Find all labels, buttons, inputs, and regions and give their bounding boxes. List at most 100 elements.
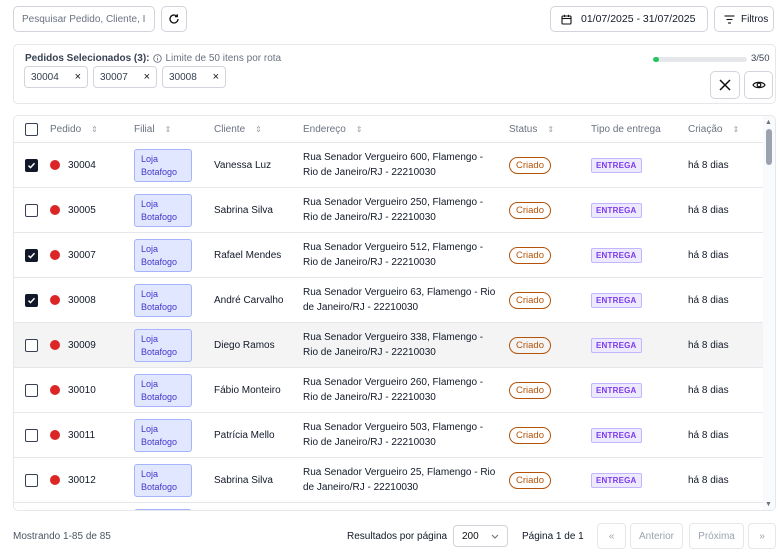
remove-chip-icon[interactable]: × bbox=[144, 71, 150, 83]
filial-badge: Loja Botafogo bbox=[134, 373, 192, 407]
column-status[interactable]: Status ⇕ bbox=[509, 116, 554, 143]
table-row[interactable]: 30007 Loja Botafogo Rafael Mendes Rua Senad… bbox=[14, 233, 764, 278]
table-row[interactable]: 30011 Loja Botafogo Patrícia Mello Rua Sena… bbox=[14, 413, 764, 458]
clear-selection-button[interactable] bbox=[710, 71, 740, 99]
table-row[interactable]: 30004 Loja Botafogo Vanessa Luz Rua Senador… bbox=[14, 143, 764, 188]
select-all-checkbox[interactable] bbox=[25, 123, 38, 136]
address: Rua Senador Vergueiro 600, Flamengo - Ri… bbox=[303, 152, 484, 178]
chip-label: 30004 bbox=[31, 71, 59, 83]
row-checkbox[interactable] bbox=[25, 383, 38, 397]
chip-label: 30007 bbox=[100, 71, 128, 83]
remove-chip-icon[interactable]: × bbox=[213, 71, 219, 83]
column-label: Filial bbox=[134, 124, 155, 135]
status-badge: Criado bbox=[509, 471, 551, 489]
selection-count: 3/50 bbox=[751, 53, 770, 64]
row-checkbox[interactable] bbox=[25, 248, 38, 262]
scroll-down-icon[interactable]: ▼ bbox=[765, 501, 772, 508]
close-icon bbox=[719, 79, 731, 91]
rows-per-page-select[interactable]: 200 bbox=[453, 525, 508, 547]
row-checkbox[interactable] bbox=[25, 338, 38, 352]
order-id: 30011 bbox=[68, 429, 96, 441]
orders-table: Pedido ⇕ Filial ⇕ Cliente ⇕ Endereço ⇕ Statu… bbox=[13, 115, 776, 511]
refresh-button[interactable] bbox=[161, 6, 187, 32]
row-checkbox[interactable] bbox=[25, 203, 38, 217]
scroll-thumb[interactable] bbox=[766, 129, 772, 165]
address: Rua Senador Vergueiro 250, Flamengo - Ri… bbox=[303, 197, 484, 223]
column-endereco[interactable]: Endereço ⇕ bbox=[303, 116, 363, 143]
delivery-type-badge: ENTREGA bbox=[591, 337, 642, 353]
status-dot bbox=[50, 250, 60, 260]
last-page-label: » bbox=[759, 530, 765, 542]
filial-badge: Loja Botafogo bbox=[134, 238, 192, 272]
scroll-up-icon[interactable]: ▲ bbox=[765, 119, 772, 126]
column-criacao[interactable]: Criação ⇕ bbox=[688, 116, 739, 143]
selection-panel: Pedidos Selecionados (3): Limite de 50 i… bbox=[13, 44, 776, 104]
created-at: há 8 dias bbox=[688, 159, 729, 171]
address: Rua Senador Vergueiro 25, Flamengo - Rio… bbox=[303, 467, 496, 493]
column-filial[interactable]: Filial ⇕ bbox=[134, 116, 171, 143]
eye-icon bbox=[751, 81, 766, 89]
filter-icon bbox=[724, 14, 735, 24]
table-row[interactable]: 30009 Loja Botafogo Diego Ramos Rua Senador… bbox=[14, 323, 764, 368]
order-id: 30005 bbox=[68, 204, 96, 216]
check-icon bbox=[27, 252, 36, 259]
address: Rua Senador Vergueiro 260, Flamengo - Ri… bbox=[303, 377, 484, 403]
row-checkbox[interactable] bbox=[25, 293, 38, 307]
row-checkbox[interactable] bbox=[25, 473, 38, 487]
sort-icon: ⇕ bbox=[91, 125, 98, 134]
table-scrollbar[interactable]: ▲ ▼ bbox=[763, 116, 775, 510]
table-row[interactable]: 30005 Loja Botafogo Sabrina Silva Rua Senad… bbox=[14, 188, 764, 233]
table-row[interactable]: 30010 Loja Botafogo Fábio Monteiro Rua Sena… bbox=[14, 368, 764, 413]
status-badge: Criado bbox=[509, 246, 551, 264]
delivery-type-badge: ENTREGA bbox=[591, 472, 642, 488]
row-checkbox[interactable] bbox=[25, 158, 38, 172]
filial-badge: Loja Botafogo bbox=[134, 328, 192, 362]
filial-badge: Loja Botafogo bbox=[134, 148, 192, 182]
next-page-button[interactable]: Próxima bbox=[689, 523, 744, 549]
status-badge: Criado bbox=[509, 291, 551, 309]
delivery-type-badge: ENTREGA bbox=[591, 157, 642, 173]
filial-badge: Loja Botafogo bbox=[134, 463, 192, 497]
created-at: há 8 dias bbox=[688, 249, 729, 261]
last-page-button[interactable]: » bbox=[748, 523, 776, 549]
date-range-button[interactable]: 01/07/2025 - 31/07/2025 bbox=[550, 6, 708, 32]
filters-label: Filtros bbox=[741, 13, 769, 25]
order-id: 30012 bbox=[68, 474, 96, 486]
table-header: Pedido ⇕ Filial ⇕ Cliente ⇕ Endereço ⇕ Statu… bbox=[14, 116, 764, 143]
sort-icon: ⇕ bbox=[547, 125, 555, 134]
client-name: Sabrina Silva bbox=[214, 204, 273, 216]
column-label: Endereço bbox=[303, 124, 346, 135]
table-row[interactable]: 30012 Loja Botafogo Sabrina Silva Rua Senad… bbox=[14, 458, 764, 503]
view-selection-button[interactable] bbox=[744, 71, 773, 99]
remove-chip-icon[interactable]: × bbox=[75, 71, 81, 83]
selection-title: Pedidos Selecionados (3): bbox=[25, 53, 150, 64]
column-pedido[interactable]: Pedido ⇕ bbox=[50, 116, 98, 143]
delivery-type-badge: ENTREGA bbox=[591, 202, 642, 218]
selected-chips: 30004 × 30007 × 30008 × bbox=[24, 66, 226, 88]
selected-chip: 30007 × bbox=[93, 66, 157, 88]
search-input[interactable] bbox=[13, 6, 155, 32]
status-dot bbox=[50, 160, 60, 170]
table-row[interactable]: Loja BotafogoRafaelRua Senador Vergueiro… bbox=[14, 503, 764, 510]
next-page-label: Próxima bbox=[698, 530, 735, 542]
column-cliente[interactable]: Cliente ⇕ bbox=[214, 116, 262, 143]
table-row[interactable]: 30008 Loja Botafogo André Carvalho Rua Sena… bbox=[14, 278, 764, 323]
filters-button[interactable]: Filtros bbox=[714, 6, 774, 32]
row-checkbox[interactable] bbox=[25, 428, 38, 442]
filial-badge: Loja Botafogo bbox=[134, 283, 192, 317]
selection-limit: Limite de 50 itens por rota bbox=[153, 53, 281, 64]
delivery-type-badge: ENTREGA bbox=[591, 292, 642, 308]
address: Rua Senador Vergueiro 338, Flamengo - Ri… bbox=[303, 332, 484, 358]
filial-badge: Loja Botafogo bbox=[134, 418, 192, 452]
filial-badge: Loja Botafogo bbox=[134, 508, 192, 510]
selected-chip: 30008 × bbox=[162, 66, 226, 88]
created-at: há 8 dias bbox=[688, 204, 729, 216]
created-at: há 8 dias bbox=[688, 474, 729, 486]
column-tipo-entrega[interactable]: Tipo de entrega bbox=[591, 116, 661, 143]
column-label: Criação bbox=[688, 124, 723, 135]
rows-per-page-label: Resultados por página bbox=[347, 531, 448, 542]
info-icon bbox=[153, 54, 163, 63]
first-page-button[interactable]: « bbox=[597, 523, 626, 549]
status-badge: Criado bbox=[509, 336, 551, 354]
previous-page-button[interactable]: Anterior bbox=[630, 523, 683, 549]
